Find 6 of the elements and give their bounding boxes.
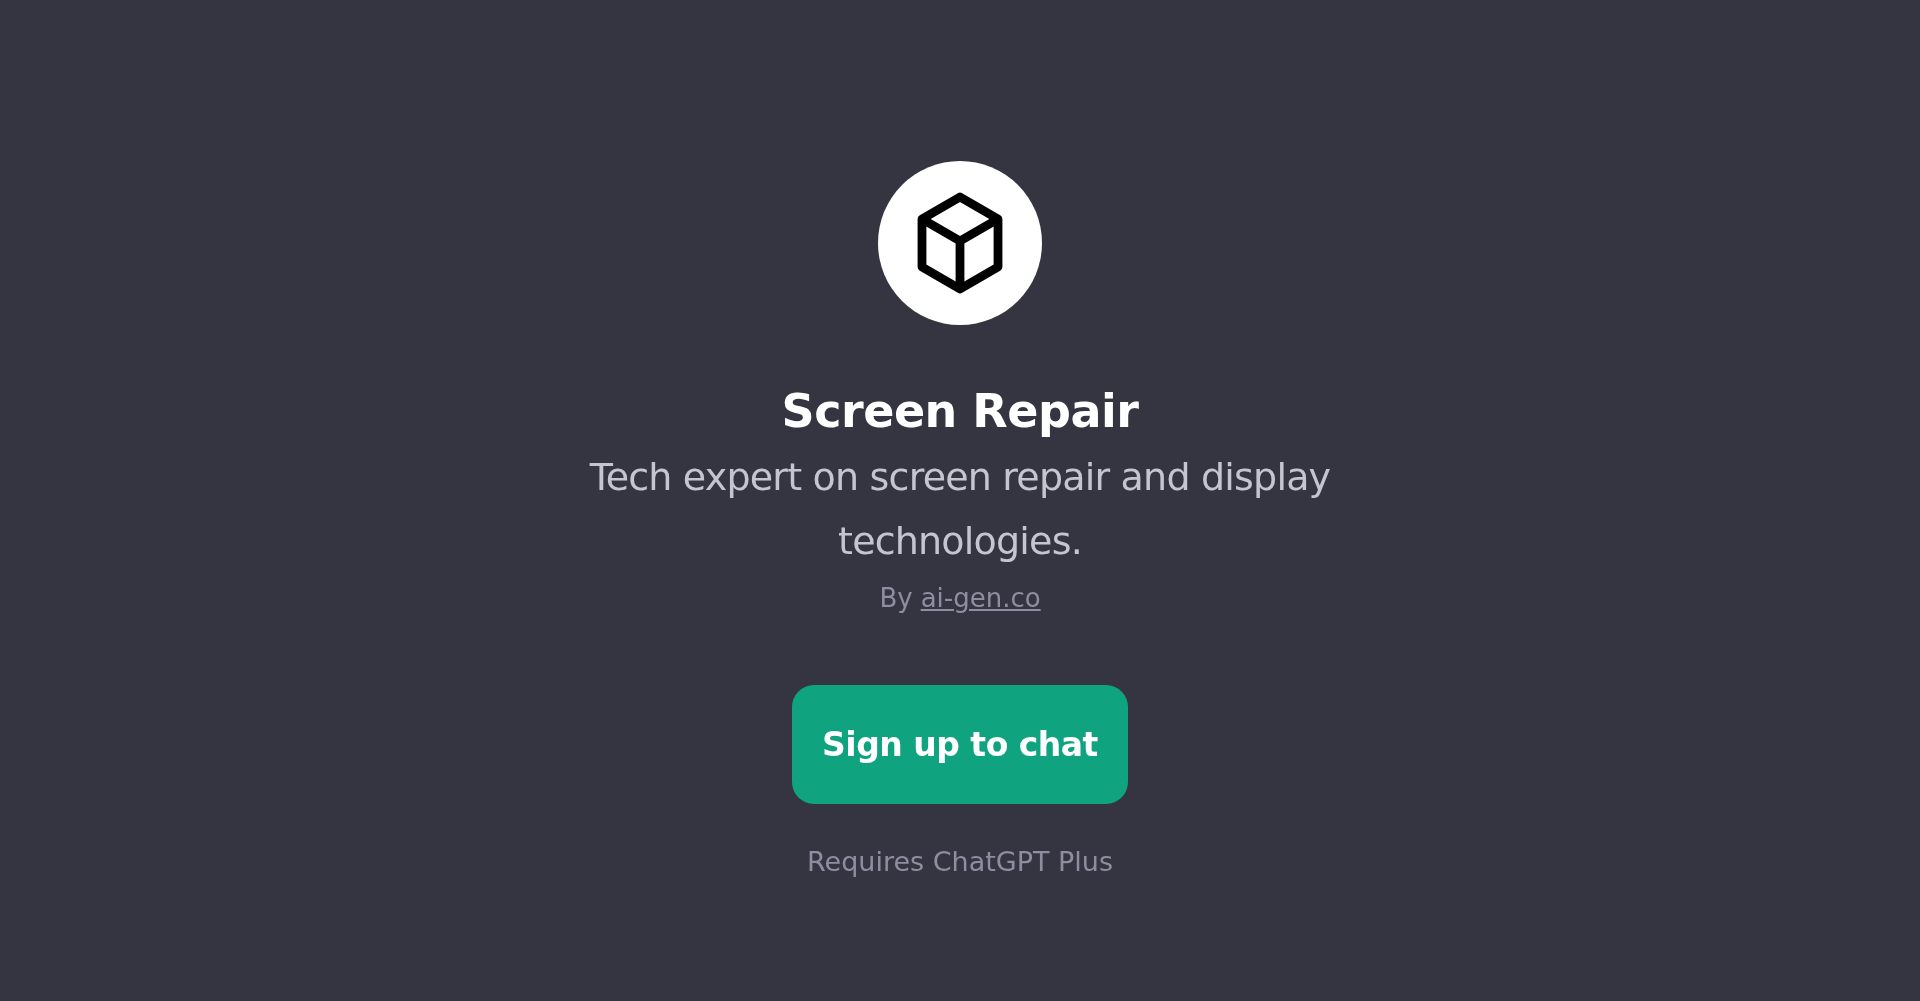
requirement-note: Requires ChatGPT Plus — [807, 846, 1113, 877]
author-link[interactable]: ai-gen.co — [920, 583, 1041, 613]
signup-button[interactable]: Sign up to chat — [792, 685, 1128, 804]
gpt-title: Screen Repair — [781, 383, 1139, 439]
gpt-description: Tech expert on screen repair and display technologies. — [588, 454, 1332, 565]
byline-label: By — [879, 583, 913, 613]
